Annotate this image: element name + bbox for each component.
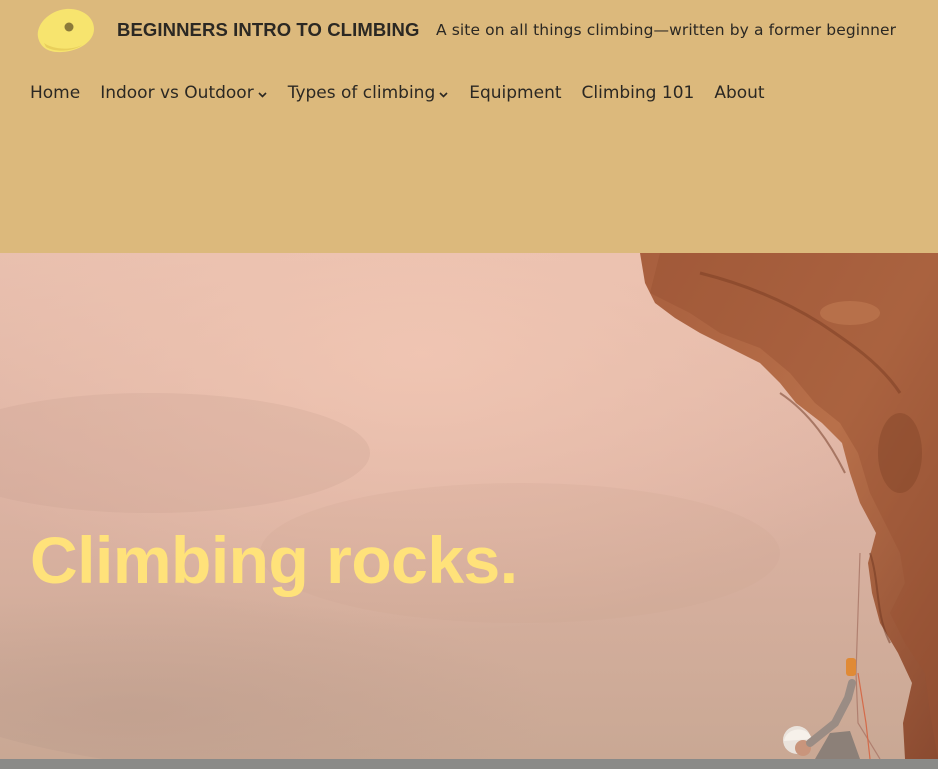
nav-item-equipment[interactable]: Equipment	[469, 83, 561, 103]
nav-item-about[interactable]: About	[714, 83, 764, 103]
climbing-hold-icon[interactable]	[34, 7, 96, 53]
chevron-down-icon[interactable]	[257, 89, 268, 100]
climber-on-cliff-image	[0, 253, 938, 759]
nav-item-climbing-101[interactable]: Climbing 101	[582, 83, 695, 103]
site-header: BEGINNERS INTRO TO CLIMBING A site on al…	[0, 0, 938, 253]
bottom-divider	[0, 759, 938, 769]
nav-item-label: Indoor vs Outdoor	[100, 83, 254, 103]
primary-nav: Home Indoor vs Outdoor Types of climbing…	[30, 83, 785, 103]
nav-item-label: Types of climbing	[287, 83, 436, 103]
nav-item-label: Equipment	[469, 83, 562, 103]
chevron-down-icon[interactable]	[438, 89, 449, 100]
site-tagline: A site on all things climbing—written by…	[436, 21, 897, 39]
nav-item-types-of-climbing[interactable]: Types of climbing	[288, 83, 450, 103]
hero-heading: Climbing rocks.	[30, 523, 518, 598]
nav-item-home[interactable]: Home	[30, 83, 80, 103]
site-title[interactable]: BEGINNERS INTRO TO CLIMBING	[117, 19, 419, 41]
hero-section: Climbing rocks.	[0, 253, 938, 759]
nav-item-label: About	[714, 83, 765, 103]
nav-item-indoor-vs-outdoor[interactable]: Indoor vs Outdoor	[100, 83, 268, 103]
nav-item-label: Climbing 101	[581, 83, 695, 103]
nav-item-label: Home	[30, 83, 81, 103]
